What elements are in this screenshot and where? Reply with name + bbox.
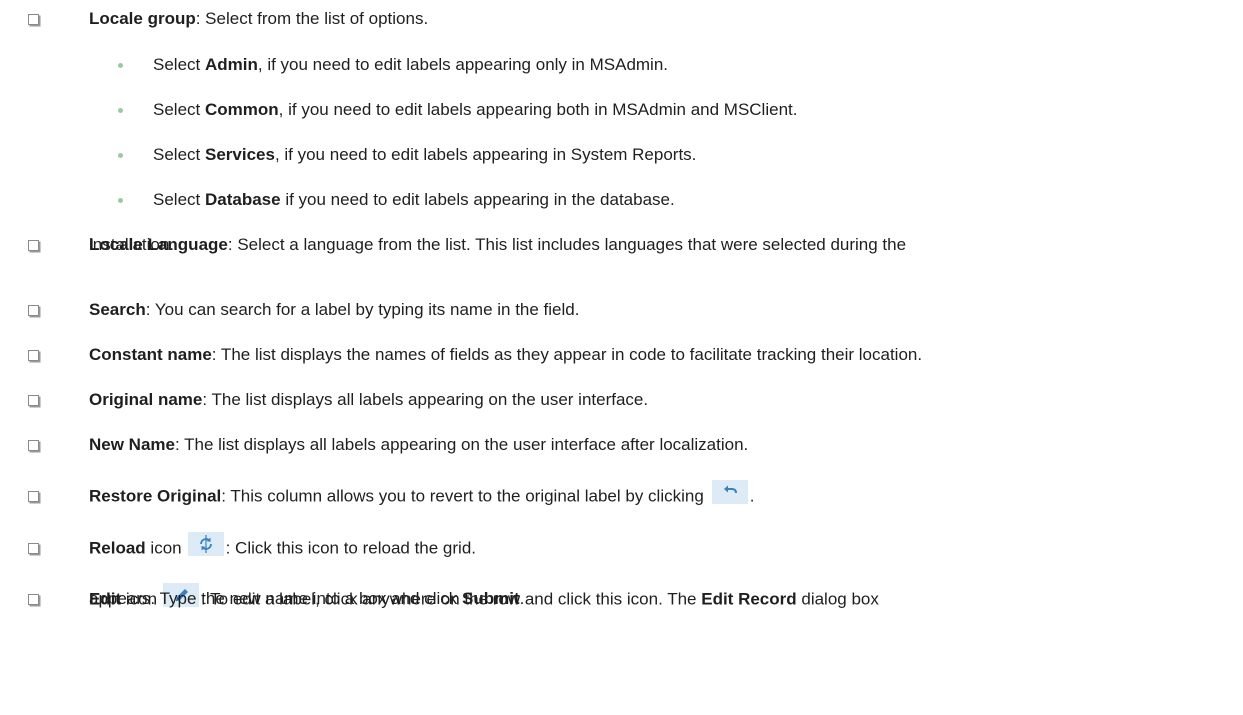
term-edit-record: Edit Record: [701, 589, 797, 609]
term-services: Services: [204, 145, 275, 164]
list-item-text: Constant name: The list displays the nam…: [89, 345, 923, 364]
reload-icon: [187, 532, 224, 556]
term-constant-name: Constant name: [89, 345, 212, 364]
undo-icon: [711, 480, 748, 504]
term-locale-group: Locale group: [89, 9, 196, 28]
list-item-text: Locale Language: Select a language from …: [89, 235, 907, 254]
term-new-name: New Name: [89, 435, 175, 454]
list-item-text: New Name: The list displays all labels a…: [89, 435, 749, 454]
list-item-text: Locale group: Select from the list of op…: [89, 8, 428, 30]
checkbox-bullet-icon: [28, 491, 39, 502]
sub-list-item-text: Select Common, if you need to edit label…: [153, 100, 798, 119]
description: : Select from the list of options.: [195, 9, 429, 28]
bullet-dot-icon: [118, 198, 123, 203]
term-submit: Submit: [461, 589, 520, 608]
checkbox-bullet-icon: [28, 543, 39, 554]
sub-list-item-text: Select Admin, if you need to edit labels…: [153, 55, 669, 74]
bullet-dot-icon: [118, 153, 123, 158]
term-admin: Admin: [204, 55, 258, 74]
checkbox-bullet-icon: [28, 440, 39, 451]
list-item-text: Search: You can search for a label by ty…: [89, 300, 580, 319]
term-original-name: Original name: [89, 390, 203, 409]
checkbox-bullet-icon: [28, 350, 39, 361]
term-restore-original: Restore Original: [89, 486, 222, 506]
checkbox-bullet-icon: [28, 594, 39, 605]
term-database: Database: [204, 190, 281, 209]
term-search: Search: [89, 300, 146, 319]
bullet-dot-icon: [118, 63, 123, 68]
checkbox-bullet-icon: [28, 395, 39, 406]
list-item-text: Reload icon: Click this icon to reload t…: [89, 532, 476, 561]
list-item-text-continued: appears. Type the new name into a box an…: [89, 589, 525, 608]
sub-list-item-text: Select Services, if you need to edit lab…: [153, 145, 697, 164]
checkbox-bullet-icon: [28, 240, 39, 251]
bullet-dot-icon: [118, 108, 123, 113]
term-reload: Reload: [89, 538, 146, 558]
list-item-text: Restore Original: This column allows you…: [89, 480, 755, 509]
sub-list-item-text: Select Database if you need to edit labe…: [153, 190, 675, 209]
checkbox-bullet-icon: [28, 305, 39, 316]
term-common: Common: [204, 100, 279, 119]
list-item-text-continued: installation.: [89, 235, 175, 254]
checkbox-bullet-icon: [28, 14, 39, 25]
list-item-text: Original name: The list displays all lab…: [89, 390, 649, 409]
